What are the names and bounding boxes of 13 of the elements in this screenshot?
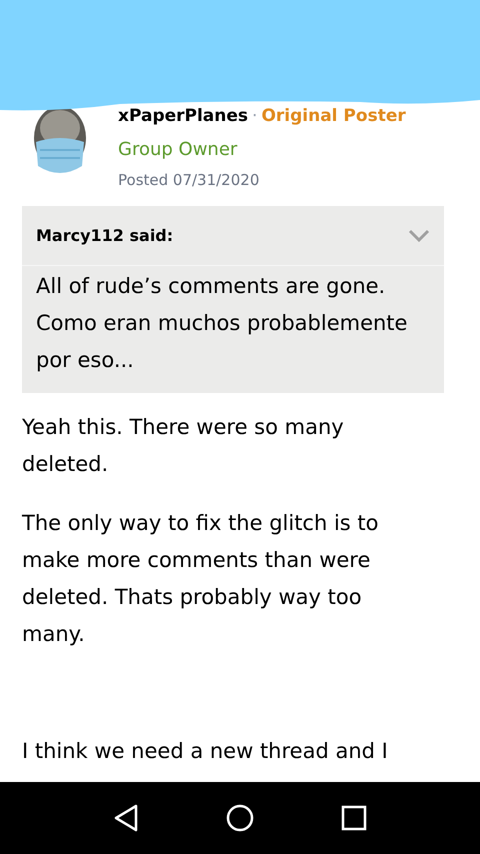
author-name[interactable]: xPaperPlanes: [118, 104, 248, 128]
original-poster-label: Original Poster: [261, 105, 406, 128]
post-paragraph: I think we need a new thread and I: [22, 738, 389, 765]
back-icon[interactable]: [113, 804, 140, 832]
quote-text: All of rude’s comments are gone. Como eran muchos probablemente por eso...: [35, 273, 408, 374]
post-paragraph: The only way to fix the glitch is to make more comments than were deleted. Thats probably way too many.: [22, 510, 380, 648]
recents-icon[interactable]: [340, 805, 367, 831]
separator: ·: [252, 105, 258, 128]
post-date: Posted 07/31/2020: [118, 170, 260, 190]
post-paragraph: Yeah this. There were so many deleted.: [22, 414, 345, 478]
home-icon[interactable]: [226, 804, 254, 832]
quote-author: Marcy112 said:: [36, 224, 174, 246]
role-label: Group Owner: [118, 138, 238, 162]
